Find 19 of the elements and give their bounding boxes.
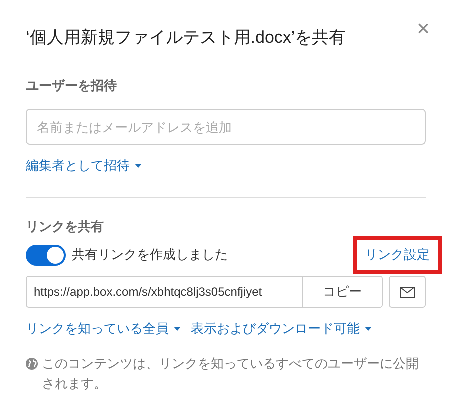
caret-icon: [135, 164, 142, 168]
email-button[interactable]: [389, 276, 426, 308]
permission-dropdown[interactable]: 表示およびダウンロード可能: [191, 320, 372, 338]
copy-button[interactable]: コピー: [302, 277, 382, 307]
section-heading: リンクを共有: [26, 218, 105, 236]
section-heading: ユーザーを招待: [26, 77, 118, 95]
mail-icon: [400, 286, 415, 298]
shared-link-toggle[interactable]: [26, 244, 66, 266]
role-dropdown[interactable]: 編集者として招待: [26, 157, 142, 175]
caret-icon: [365, 327, 372, 331]
dialog-title: ‘個人用新規ファイルテスト用.docx’を共有: [26, 27, 346, 49]
close-button[interactable]: ×: [417, 18, 430, 40]
public-notice: このコンテンツは、リンクを知っているすべてのユーザーに公開されます。: [42, 355, 420, 393]
url-field[interactable]: https://app.box.com/s/xbhtqc8lj3s05cnfjiyet コピー: [26, 276, 383, 308]
caret-icon: [174, 327, 181, 331]
toggle-label: 共有リンクを作成しました: [72, 246, 228, 264]
invite-field[interactable]: 名前またはメールアドレスを追加: [26, 109, 426, 145]
access-dropdown[interactable]: リンクを知っている全員: [26, 320, 181, 338]
link-settings-link[interactable]: リンク設定: [365, 246, 430, 264]
